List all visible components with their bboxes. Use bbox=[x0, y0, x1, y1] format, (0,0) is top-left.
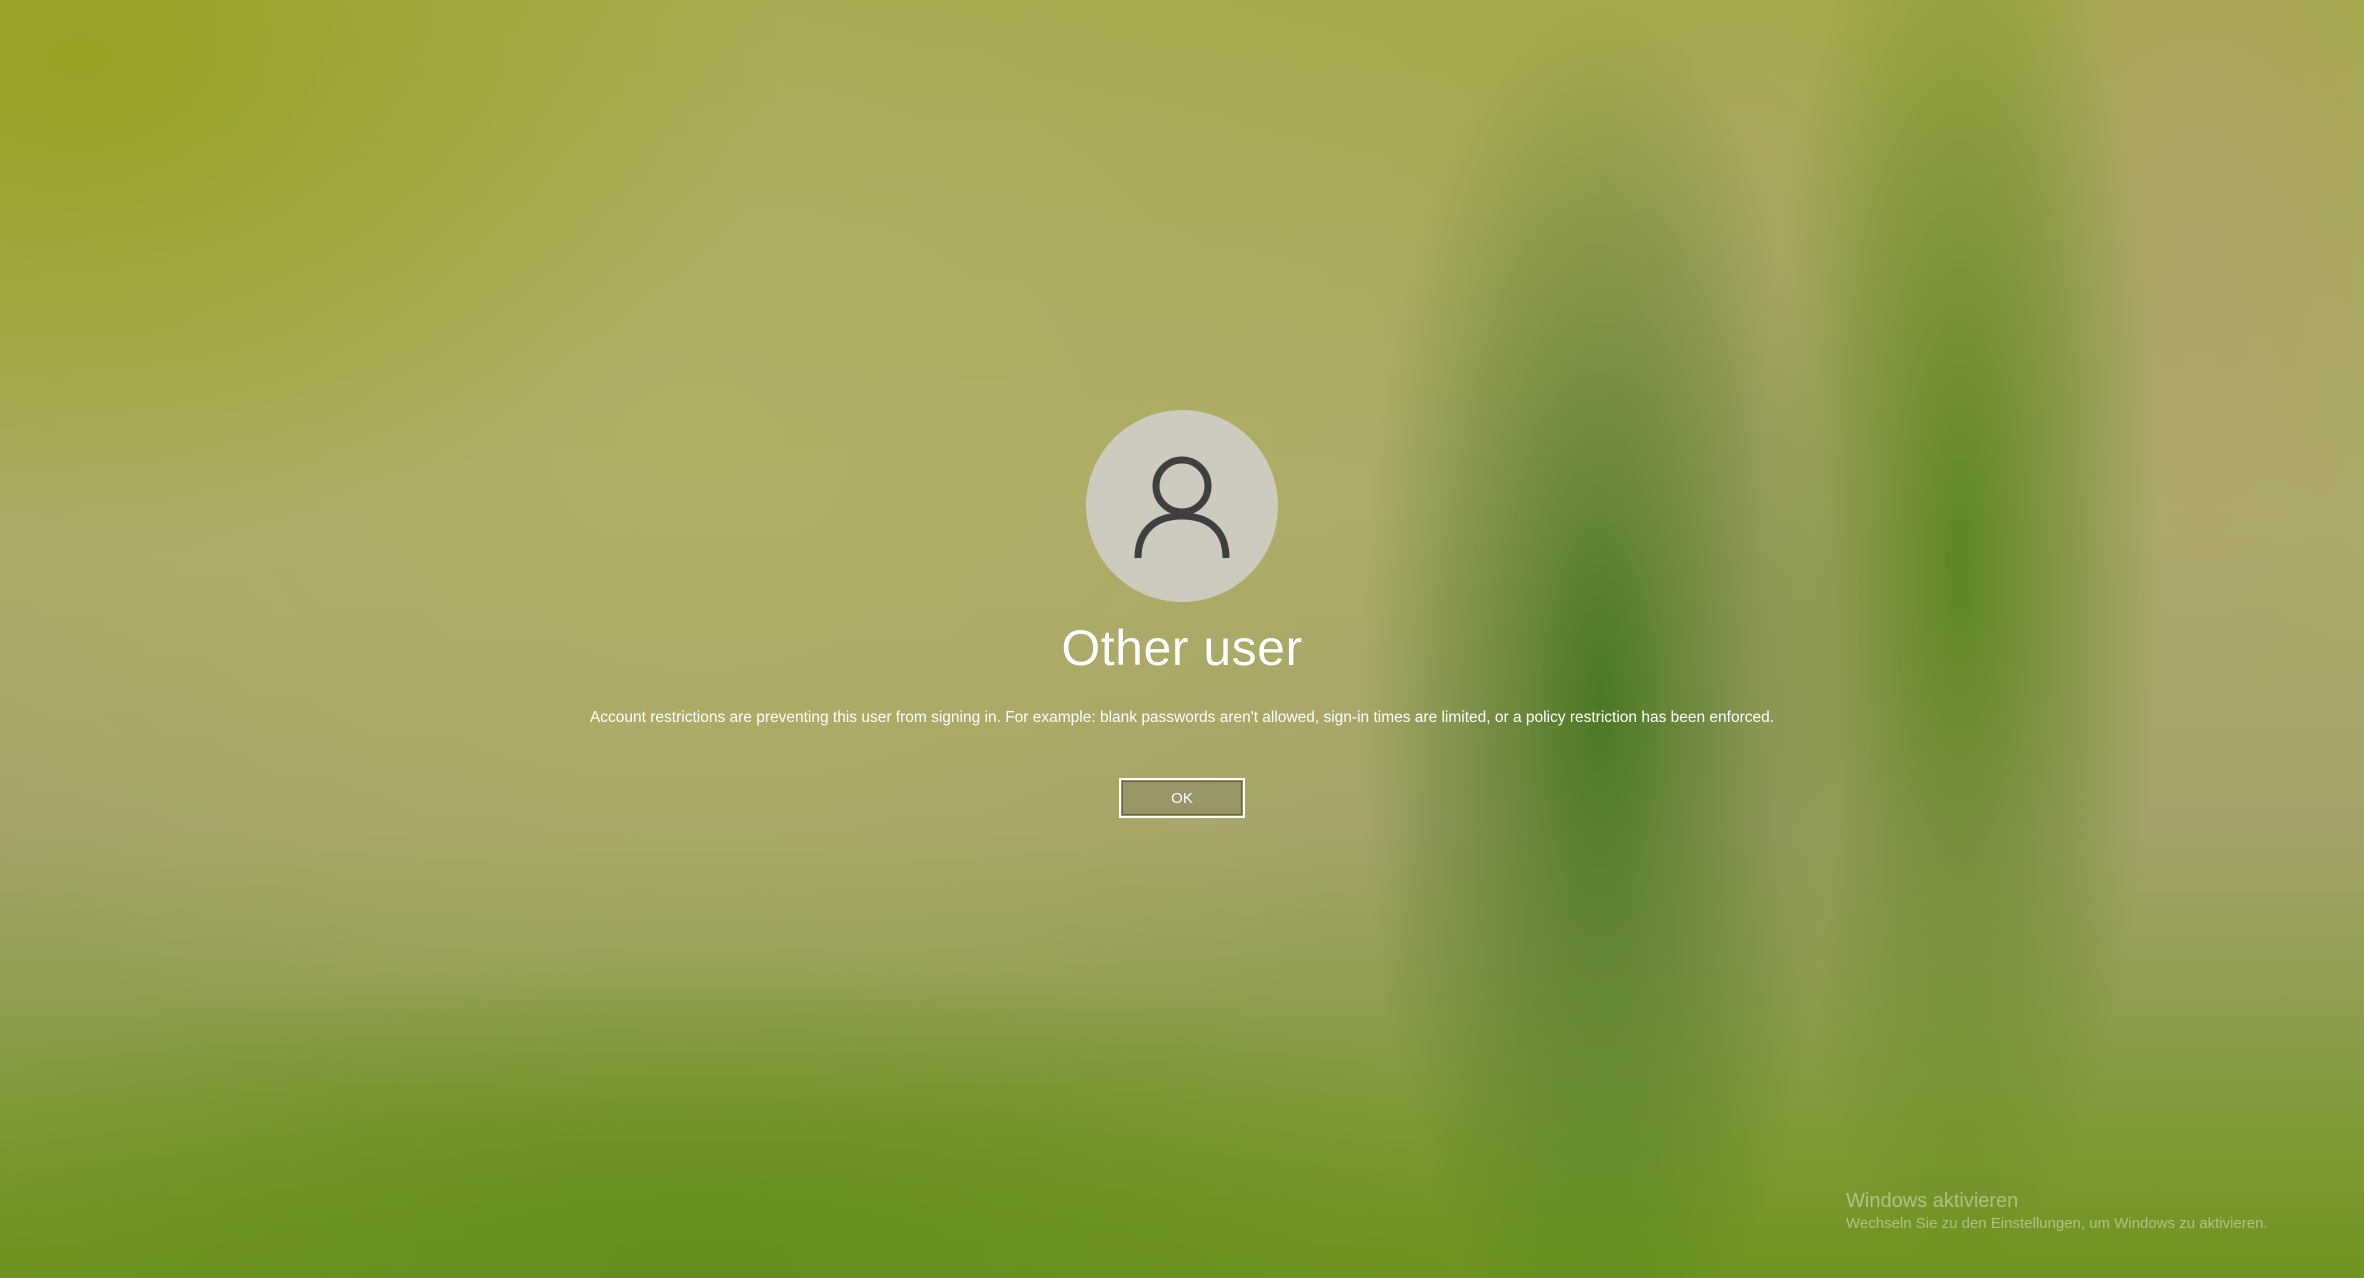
ok-button[interactable]: OK bbox=[1119, 778, 1245, 818]
watermark-title: Windows aktivieren bbox=[1846, 1190, 2019, 1212]
sign-in-panel: Other user Account restrictions are prev… bbox=[0, 410, 2364, 818]
watermark-subtitle: Wechseln Sie zu den Einstellungen, um Wi… bbox=[1846, 1215, 2268, 1232]
person-icon bbox=[1134, 456, 1230, 558]
user-name: Other user bbox=[1061, 620, 1303, 676]
user-avatar bbox=[1086, 410, 1278, 602]
error-message: Account restrictions are preventing this… bbox=[589, 709, 1775, 726]
activation-watermark: Windows aktivieren Wechseln Sie zu den E… bbox=[1846, 1188, 2268, 1234]
